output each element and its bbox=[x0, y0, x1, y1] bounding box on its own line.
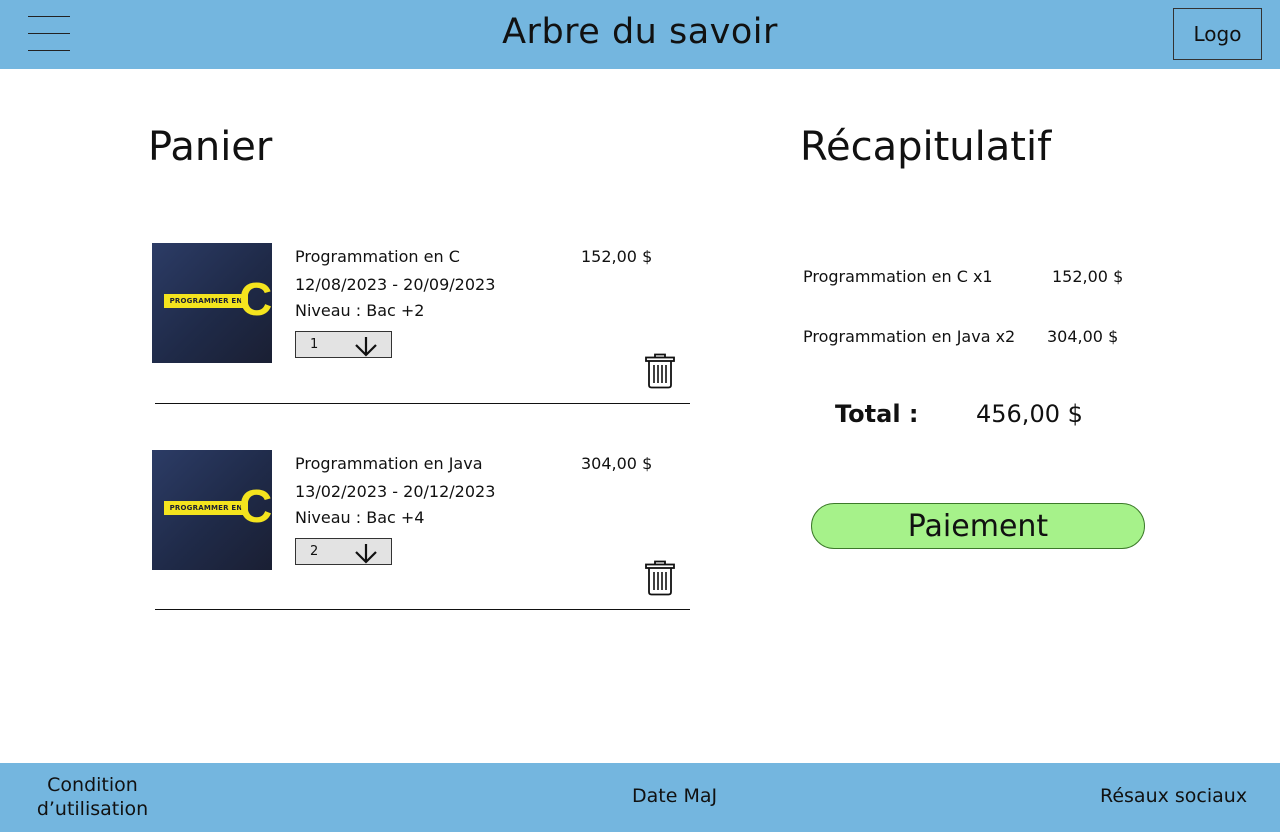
footer: Condition d’utilisation Date MaJ Résaux … bbox=[0, 763, 1280, 832]
quantity-value: 1 bbox=[310, 337, 319, 352]
summary-title: Récapitulatif bbox=[800, 124, 1052, 170]
summary-line-amount: 304,00 $ bbox=[1047, 327, 1119, 346]
arrow-down-icon bbox=[355, 337, 377, 357]
summary-line-label: Programmation en C x1 bbox=[803, 267, 993, 286]
summary-line-label: Programmation en Java x2 bbox=[803, 327, 1016, 346]
course-level: Niveau : Bac +4 bbox=[295, 508, 425, 527]
arrow-down-icon bbox=[355, 544, 377, 564]
header: Arbre du savoir Logo bbox=[0, 0, 1280, 69]
thumbnail-label: PROGRAMMER EN bbox=[164, 294, 248, 308]
pay-button[interactable]: Paiement bbox=[811, 503, 1145, 549]
terms-link-line2: d’utilisation bbox=[36, 798, 149, 820]
quantity-select[interactable]: 2 bbox=[295, 538, 392, 565]
terms-link[interactable]: Condition d’utilisation bbox=[30, 773, 155, 821]
course-name: Programmation en Java bbox=[295, 454, 483, 473]
course-price: 152,00 $ bbox=[581, 247, 653, 266]
total-amount: 456,00 $ bbox=[976, 400, 1083, 428]
thumbnail-letter: C bbox=[239, 273, 273, 325]
course-name: Programmation en C bbox=[295, 247, 460, 266]
course-level: Niveau : Bac +2 bbox=[295, 301, 425, 320]
cart-title: Panier bbox=[148, 124, 273, 170]
course-dates: 13/02/2023 - 20/12/2023 bbox=[295, 482, 496, 501]
course-thumbnail: PROGRAMMER EN C bbox=[152, 243, 272, 363]
course-dates: 12/08/2023 - 20/09/2023 bbox=[295, 275, 496, 294]
thumbnail-label: PROGRAMMER EN bbox=[164, 501, 248, 515]
site-title: Arbre du savoir bbox=[502, 12, 778, 52]
course-price: 304,00 $ bbox=[581, 454, 653, 473]
total-label: Total : bbox=[835, 400, 919, 428]
item-divider bbox=[155, 403, 690, 404]
course-thumbnail: PROGRAMMER EN C bbox=[152, 450, 272, 570]
trash-icon[interactable] bbox=[644, 353, 676, 389]
terms-link-line1: Condition bbox=[47, 774, 138, 796]
update-date: Date MaJ bbox=[632, 785, 718, 807]
logo[interactable]: Logo bbox=[1173, 8, 1262, 60]
summary-line-amount: 152,00 $ bbox=[1052, 267, 1124, 286]
item-divider bbox=[155, 609, 690, 610]
quantity-select[interactable]: 1 bbox=[295, 331, 392, 358]
quantity-value: 2 bbox=[310, 544, 319, 559]
thumbnail-letter: C bbox=[239, 480, 273, 532]
trash-icon[interactable] bbox=[644, 560, 676, 596]
social-links[interactable]: Résaux sociaux bbox=[1100, 785, 1247, 807]
